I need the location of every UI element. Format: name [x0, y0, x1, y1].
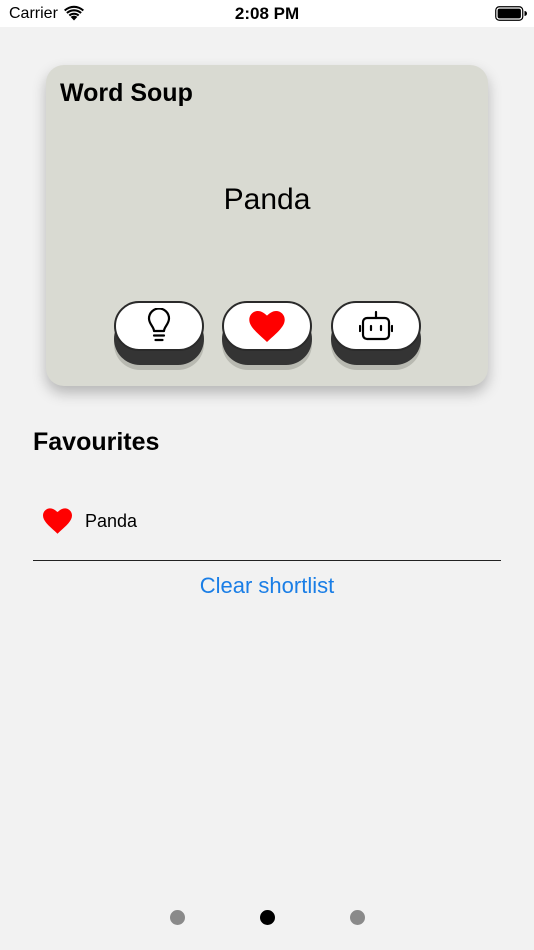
status-bar: Carrier 2:08 PM: [0, 0, 534, 27]
favourite-list-item[interactable]: Panda: [33, 500, 501, 542]
current-word: Panda: [223, 183, 311, 216]
hint-button[interactable]: [114, 301, 204, 371]
page-dot-1[interactable]: [170, 910, 185, 925]
robot-button[interactable]: [331, 301, 421, 371]
page-dot-2-current[interactable]: [260, 910, 275, 925]
favourite-label: Panda: [85, 510, 138, 531]
app-title: Word Soup: [60, 79, 193, 107]
favourites-heading: Favourites: [33, 428, 160, 456]
robot-button-face: [331, 301, 421, 351]
hint-button-face: [114, 301, 204, 351]
battery-icon: [495, 6, 527, 21]
word-card: Word Soup Panda: [46, 65, 488, 386]
favourite-button[interactable]: [222, 301, 312, 371]
screen: Carrier 2:08 PM Word Soup Panda Favourit…: [0, 0, 534, 950]
clear-shortlist-button[interactable]: Clear shortlist: [0, 573, 534, 599]
heart-icon: [249, 310, 285, 342]
divider: [33, 560, 501, 561]
robot-icon: [359, 310, 393, 341]
lightbulb-icon: [147, 308, 171, 342]
favourite-button-face: [222, 301, 312, 351]
status-time: 2:08 PM: [234, 4, 300, 23]
page-dot-3[interactable]: [350, 910, 365, 925]
heart-icon: [43, 508, 72, 534]
